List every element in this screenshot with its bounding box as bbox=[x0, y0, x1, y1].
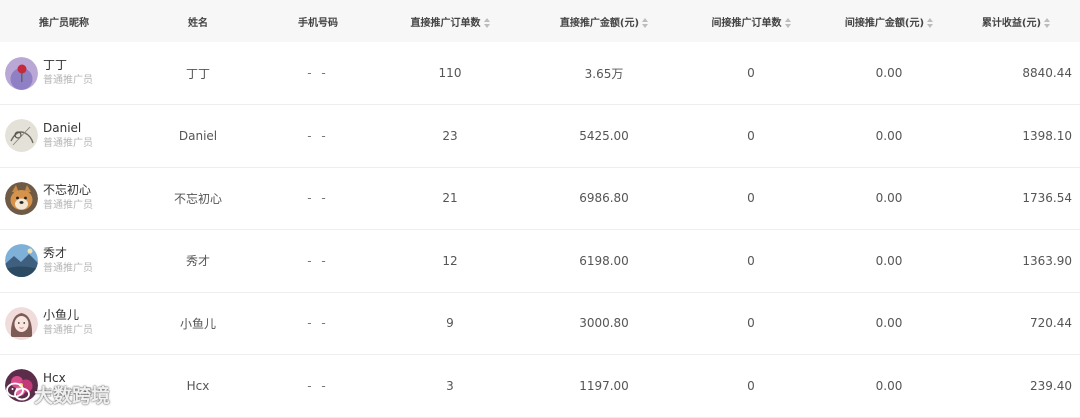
indirect-amount: 0.00 bbox=[875, 253, 903, 268]
sketch-avatar-icon[interactable] bbox=[5, 119, 38, 153]
promoter-name: Hcx bbox=[186, 378, 210, 393]
sort-icon[interactable] bbox=[1044, 17, 1051, 28]
dog-avatar-icon[interactable] bbox=[5, 181, 38, 215]
promoter-phone: - - bbox=[307, 253, 329, 268]
promoter-phone: - - bbox=[307, 128, 329, 143]
wechat-icon bbox=[6, 382, 30, 407]
promoter-role: 普通推广员 bbox=[43, 325, 93, 337]
table-row: Hcx 普通推广员 Hcx - - 3 1197.00 0 0.00 239.40 bbox=[0, 355, 1080, 417]
direct-amount: 1197.00 bbox=[579, 378, 629, 393]
promoter-phone: - - bbox=[307, 66, 329, 80]
table-header-row: 推广员昵称 姓名 手机号码 直接推广订单数 直接推广金额(元) 间接推广订单数 … bbox=[0, 0, 1080, 42]
promoter-role: 普通推广员 bbox=[43, 262, 93, 274]
promoter-table: 推广员昵称 姓名 手机号码 直接推广订单数 直接推广金额(元) 间接推广订单数 … bbox=[0, 0, 1080, 418]
table-row: 丁丁普通推广员 丁丁 - - 110 3.65万 0 0.00 8840.44 bbox=[0, 42, 1080, 105]
direct-orders: 110 bbox=[438, 66, 462, 80]
promoter-phone: - - bbox=[307, 191, 329, 206]
total-income: 8840.44 bbox=[1022, 66, 1072, 80]
col-header-direct-orders[interactable]: 直接推广订单数 bbox=[368, 0, 532, 42]
direct-orders: 9 bbox=[446, 316, 454, 331]
sort-icon[interactable] bbox=[784, 17, 791, 28]
promoter-name: 不忘初心 bbox=[173, 191, 222, 206]
direct-orders: 3 bbox=[446, 378, 454, 393]
watermark-text: 大数跨境 bbox=[34, 385, 111, 407]
direct-amount: 6986.80 bbox=[579, 191, 629, 206]
promoter-nickname: 丁丁 bbox=[43, 58, 68, 72]
direct-amount: 3000.80 bbox=[579, 316, 629, 331]
promoter-phone: - - bbox=[307, 316, 329, 331]
promoter-name: 小鱼儿 bbox=[179, 316, 216, 331]
indirect-orders: 0 bbox=[747, 378, 755, 393]
col-header-total-income[interactable]: 累计收益(元) bbox=[952, 0, 1080, 42]
promoter-role: 普通推广员 bbox=[43, 75, 93, 86]
indirect-orders: 0 bbox=[747, 128, 755, 143]
promoter-name: 丁丁 bbox=[185, 66, 210, 81]
flower-avatar-icon[interactable] bbox=[5, 56, 38, 90]
sort-icon[interactable] bbox=[927, 17, 934, 28]
indirect-orders: 0 bbox=[747, 191, 755, 206]
promoter-nickname: 秀才 bbox=[43, 245, 68, 260]
direct-orders: 23 bbox=[442, 128, 458, 143]
table-row: 秀才普通推广员 秀才 - - 12 6198.00 0 0.00 1363.90 bbox=[0, 230, 1080, 292]
direct-amount: 3.65万 bbox=[584, 66, 624, 81]
watermark: 大数跨境 bbox=[6, 381, 110, 408]
total-income: 1363.90 bbox=[1022, 253, 1072, 268]
total-income: 1736.54 bbox=[1022, 191, 1072, 206]
indirect-orders: 0 bbox=[747, 66, 755, 80]
sort-icon[interactable] bbox=[483, 17, 490, 28]
table-row: Daniel 普通推广员 Daniel - - 23 5425.00 0 0.00… bbox=[0, 105, 1080, 167]
indirect-amount: 0.00 bbox=[875, 66, 903, 80]
indirect-amount: 0.00 bbox=[875, 316, 903, 331]
total-income: 239.40 bbox=[1030, 378, 1072, 393]
col-header-indirect-orders[interactable]: 间接推广订单数 bbox=[676, 0, 826, 42]
indirect-amount: 0.00 bbox=[875, 378, 903, 393]
girl-avatar-icon[interactable] bbox=[5, 306, 38, 340]
indirect-amount: 0.00 bbox=[875, 191, 903, 206]
col-header-direct-amount[interactable]: 直接推广金额(元) bbox=[532, 0, 676, 42]
promoter-nickname: 小鱼儿 bbox=[43, 308, 80, 323]
direct-amount: 6198.00 bbox=[579, 253, 629, 268]
direct-orders: 12 bbox=[442, 253, 458, 268]
direct-orders: 21 bbox=[442, 191, 458, 206]
promoter-phone: - - bbox=[307, 378, 329, 393]
promoter-nickname: 不忘初心 bbox=[43, 183, 92, 198]
table-row: 小鱼儿普通推广员 小鱼儿 - - 9 3000.80 0 0.00 720.44 bbox=[0, 292, 1080, 355]
col-header-phone: 手机号码 bbox=[298, 17, 338, 29]
col-header-name: 姓名 bbox=[188, 17, 208, 29]
indirect-orders: 0 bbox=[747, 316, 755, 331]
total-income: 1398.10 bbox=[1022, 128, 1072, 143]
col-header-indirect-amount[interactable]: 间接推广金额(元) bbox=[826, 0, 952, 42]
promoter-role: 普通推广员 bbox=[43, 200, 93, 212]
landscape-avatar-icon[interactable] bbox=[5, 244, 38, 278]
col-header-nickname: 推广员昵称 bbox=[39, 17, 89, 29]
indirect-orders: 0 bbox=[747, 253, 755, 268]
promoter-name: 秀才 bbox=[185, 254, 210, 269]
indirect-amount: 0.00 bbox=[875, 128, 903, 143]
direct-amount: 5425.00 bbox=[579, 128, 629, 143]
sort-icon[interactable] bbox=[642, 17, 649, 28]
promoter-name: Daniel bbox=[178, 128, 218, 143]
total-income: 720.44 bbox=[1030, 316, 1072, 331]
promoter-role: 普通推广员 bbox=[43, 137, 93, 149]
table-row: 不忘初心普通推广员 不忘初心 - - 21 6986.80 0 0.00 173… bbox=[0, 167, 1080, 230]
promoter-nickname: Daniel bbox=[43, 120, 82, 135]
